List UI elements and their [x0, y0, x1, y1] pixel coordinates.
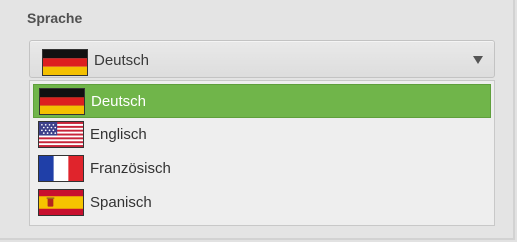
- germany-flag-icon: [42, 49, 88, 76]
- spain-flag-icon: [38, 189, 84, 216]
- language-option-englisch[interactable]: Englisch: [33, 118, 491, 152]
- language-option-label: Französisch: [90, 160, 171, 177]
- language-option-label: Spanisch: [90, 194, 152, 211]
- language-settings-panel: Sprache Deutsch Deutsch Englisch Französ…: [0, 0, 515, 240]
- language-option-label: Deutsch: [91, 93, 147, 110]
- language-select[interactable]: Deutsch: [29, 40, 495, 78]
- chevron-down-icon[interactable]: [473, 56, 483, 64]
- language-select-value: Deutsch: [94, 52, 150, 69]
- language-option-franzoesisch[interactable]: Französisch: [33, 152, 491, 186]
- france-flag-icon: [38, 155, 84, 182]
- language-dropdown-list: Deutsch Englisch Französisch Spanisch: [29, 80, 495, 226]
- language-option-deutsch[interactable]: Deutsch: [33, 84, 491, 118]
- language-label: Sprache: [27, 10, 83, 26]
- language-option-spanisch[interactable]: Spanisch: [33, 186, 491, 220]
- language-option-label: Englisch: [90, 126, 147, 143]
- germany-flag-icon: [39, 88, 85, 115]
- usa-flag-icon: [38, 121, 84, 148]
